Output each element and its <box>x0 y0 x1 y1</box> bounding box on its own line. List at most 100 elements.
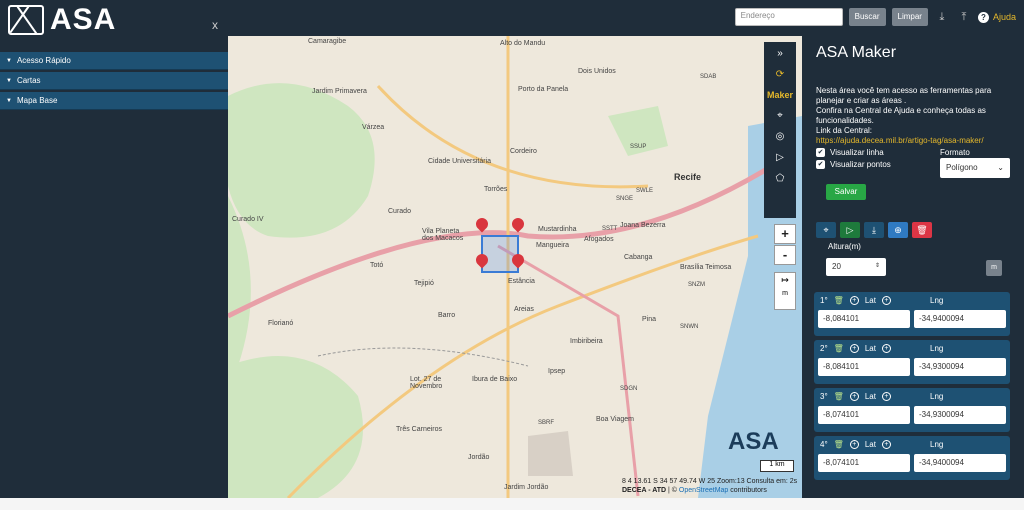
add-icon[interactable]: + <box>849 440 859 449</box>
map-label: Cabanga <box>624 254 653 261</box>
lat-input[interactable]: -8,074101 <box>818 454 910 472</box>
target-icon[interactable]: ◎ <box>776 131 785 142</box>
lng-input[interactable]: -34,9300094 <box>914 358 1006 376</box>
height-value: 20 <box>832 262 841 271</box>
add-icon[interactable]: + <box>849 344 859 353</box>
add-icon[interactable]: + <box>881 440 891 449</box>
show-points-label: Visualizar pontos <box>830 160 891 169</box>
trash-icon[interactable]: 🗑 <box>834 392 844 401</box>
airport-label: SDAB <box>700 74 717 80</box>
measure-unit: m <box>782 290 788 297</box>
play-icon[interactable]: ▷ <box>776 152 784 163</box>
map-label: Três Carneiros <box>396 426 443 433</box>
trash-icon[interactable]: 🗑 <box>834 344 844 353</box>
polygon-icon[interactable]: ⬠ <box>776 173 785 184</box>
show-line-checkbox[interactable]: ✔ Visualizar linha <box>816 148 884 157</box>
height-label: Altura(m) <box>828 242 861 251</box>
chevron-down-icon: ⌄ <box>997 163 1004 172</box>
map-label: Tejipió <box>414 280 434 287</box>
download-icon[interactable]: ⤓ <box>934 11 950 24</box>
attribution-owner: DECEA - ATD <box>622 487 667 494</box>
zoom-out-button[interactable]: - <box>774 245 796 265</box>
point-row-3: 3° 🗑 + Lat + Lng -8,074101 -34,9300094 <box>814 388 1010 432</box>
height-unit-button[interactable]: m <box>986 260 1002 276</box>
desc-line-3: Link da Central: <box>816 126 873 135</box>
add-icon[interactable]: + <box>881 296 891 305</box>
map-label: Porto da Panela <box>518 86 569 93</box>
map-label: Barro <box>438 312 456 319</box>
format-select[interactable]: Polígono ⌄ <box>940 158 1010 178</box>
maker-tab[interactable]: Maker <box>767 90 793 100</box>
add-circle-icon[interactable]: ⊕ <box>888 222 908 238</box>
sidebar-item-label: Acesso Rápido <box>16 56 71 65</box>
sidebar: ▼ Acesso Rápido ▼ Cartas ▼ Mapa Base <box>0 36 228 510</box>
trash-icon[interactable]: 🗑 <box>834 440 844 449</box>
airport-label: SDGN <box>620 386 638 392</box>
refresh-icon[interactable]: ⟳ <box>776 69 784 80</box>
osm-link[interactable]: OpenStreetMap <box>679 487 728 494</box>
address-input[interactable]: Endereço <box>734 8 843 26</box>
trash-icon[interactable]: 🗑 <box>834 296 844 305</box>
add-icon[interactable]: + <box>849 392 859 401</box>
lat-input[interactable]: -8,084101 <box>818 310 910 328</box>
measure-control[interactable]: ↦ m <box>774 272 796 310</box>
airport-label: SBRF <box>538 420 555 426</box>
asa-maker-panel: ASA Maker Nesta área você tem acesso as … <box>802 36 1024 498</box>
add-icon[interactable]: + <box>881 392 891 401</box>
map-label: Torrões <box>484 186 508 193</box>
top-bar: ASA x Endereço Buscar Limpar ⤓ ⤒ ? Ajuda <box>0 0 1024 36</box>
asa-logo-icon <box>8 5 44 35</box>
map-label: Areias <box>514 306 534 313</box>
save-button[interactable]: Salvar <box>826 184 866 200</box>
zoom-in-button[interactable]: + <box>774 224 796 244</box>
lng-input[interactable]: -34,9400094 <box>914 310 1006 328</box>
show-points-checkbox[interactable]: ✔ Visualizar pontos <box>816 160 891 169</box>
map-label: Mustardinha <box>538 226 577 233</box>
map-label: Cidade Universitária <box>428 158 492 165</box>
check-icon: ✔ <box>816 148 825 157</box>
help-center-link[interactable]: https://ajuda.decea.mil.br/artigo-tag/as… <box>816 136 1012 146</box>
lng-input[interactable]: -34,9400094 <box>914 454 1006 472</box>
map-canvas[interactable]: Camaragibe Alto do Mandu Dois Unidos Jar… <box>228 36 802 498</box>
lat-label: Lat <box>864 344 876 353</box>
caret-down-icon: ▼ <box>6 97 12 104</box>
close-sidebar-button[interactable]: x <box>212 18 218 32</box>
download-icon[interactable]: ⤓ <box>864 222 884 238</box>
trash-icon[interactable]: 🗑 <box>912 222 932 238</box>
app-logo[interactable]: ASA <box>8 3 116 37</box>
help-button[interactable]: ? Ajuda <box>977 11 1016 23</box>
add-icon[interactable]: + <box>881 344 891 353</box>
help-label: Ajuda <box>992 12 1016 22</box>
desc-line-1: Nesta área você tem acesso as ferramenta… <box>816 86 992 105</box>
airport-label: SNZM <box>688 282 705 288</box>
add-pin-icon[interactable]: ⌖ <box>816 222 836 238</box>
play-icon[interactable]: ▷ <box>840 222 860 238</box>
search-button[interactable]: Buscar <box>848 8 886 26</box>
point-index: 2° <box>820 344 828 353</box>
lat-input[interactable]: -8,084101 <box>818 358 910 376</box>
map-label: Pina <box>642 316 657 323</box>
sidebar-item-cartas[interactable]: ▼ Cartas <box>0 72 228 90</box>
lat-input[interactable]: -8,074101 <box>818 406 910 424</box>
lat-label: Lat <box>864 440 876 449</box>
caret-down-icon: ▼ <box>6 77 12 84</box>
format-label: Formato <box>940 148 970 157</box>
format-value: Polígono <box>946 163 978 172</box>
add-icon[interactable]: + <box>849 296 859 305</box>
lng-label: Lng <box>930 344 944 353</box>
lng-input[interactable]: -34,9300094 <box>914 406 1006 424</box>
panel-title: ASA Maker <box>816 44 897 61</box>
clear-button[interactable]: Limpar <box>891 8 928 26</box>
sidebar-item-acesso-rapido[interactable]: ▼ Acesso Rápido <box>0 52 228 70</box>
upload-icon[interactable]: ⤒ <box>956 11 972 24</box>
sidebar-item-label: Cartas <box>16 76 41 85</box>
map-label: Joana Bezerra <box>620 222 666 229</box>
coord-text: 8 4 13.61 S 34 57 49.74 W 25 Zoom:13 Con… <box>622 478 798 485</box>
map-label: Curado IV <box>232 216 264 223</box>
map-label: Totó <box>370 262 384 269</box>
map-label: Lot. 27 de Novembro <box>410 376 443 390</box>
chevron-right-icon[interactable]: » <box>777 48 783 59</box>
sidebar-item-mapa-base[interactable]: ▼ Mapa Base <box>0 92 228 110</box>
height-input[interactable]: 20 ⇕ <box>826 258 886 276</box>
map-pin-icon[interactable]: ⌖ <box>777 110 783 121</box>
